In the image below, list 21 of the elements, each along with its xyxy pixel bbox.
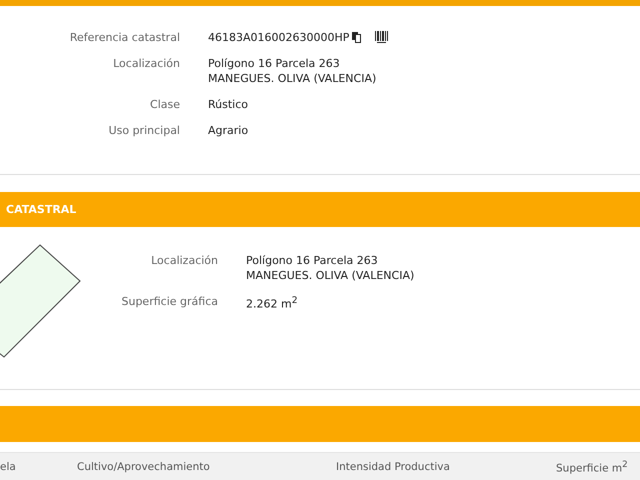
column-header: Superficie m$^{2}$ xyxy=(556,460,628,474)
field-value: MANEGUES. OLIVA (VALENCIA) xyxy=(208,72,376,85)
barcode-icon[interactable] xyxy=(375,31,388,44)
field-label: Superficie gráfica xyxy=(120,295,218,310)
field-value: 46183A016002630000HP xyxy=(208,31,350,44)
field-value: MANEGUES. OLIVA (VALENCIA) xyxy=(246,269,414,282)
column-header: ela xyxy=(0,461,16,473)
field-value: Agrario xyxy=(208,124,248,137)
column-header: Cultivo/Aprovechamiento xyxy=(77,461,210,473)
field-value: Polígono 16 Parcela 263 xyxy=(246,254,378,267)
field-label: Referencia catastral xyxy=(68,31,180,44)
copy-icon[interactable] xyxy=(351,31,364,44)
field-label: Uso principal xyxy=(108,124,180,137)
field-value: Rústico xyxy=(208,98,248,111)
field-label: Clase xyxy=(149,98,180,111)
field-value: 2.262 m$^{2}$ xyxy=(246,295,298,311)
column-header: Intensidad Productiva xyxy=(336,461,450,473)
section-title: CATASTRAL xyxy=(6,203,76,216)
field-value: Polígono 16 Parcela 263 xyxy=(208,57,340,70)
field-label: Localización xyxy=(112,57,180,72)
field-label: Localización xyxy=(150,254,218,269)
